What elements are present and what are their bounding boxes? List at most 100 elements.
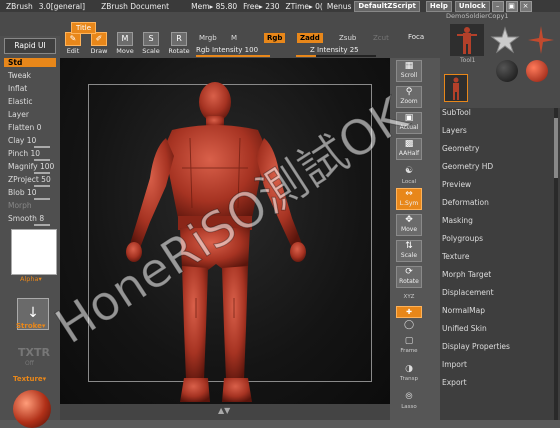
texture-thumbnail[interactable]: TXTR: [18, 346, 50, 359]
tool-thumbnails: DemoSoldierCopy1 Tool1: [440, 12, 560, 108]
tool-thumb-soldier[interactable]: [450, 24, 484, 56]
material-sphere[interactable]: [13, 390, 51, 428]
zoom-label: Zoom: [400, 98, 418, 105]
material-blob[interactable]: Blob 10: [8, 188, 37, 197]
smooth-slider[interactable]: [34, 224, 50, 226]
frame-icon[interactable]: ▢: [400, 336, 418, 346]
transparency-icon[interactable]: ◑: [400, 364, 418, 374]
menu-layers[interactable]: Layers: [442, 126, 552, 135]
alpha-label[interactable]: Alpha▾: [20, 275, 42, 283]
scale-view-button[interactable]: ⇅ Scale: [396, 240, 422, 262]
scale-button[interactable]: S Scale: [140, 32, 162, 55]
scrollbar-thumb[interactable]: [554, 118, 558, 178]
rotate-button[interactable]: R Rotate: [168, 32, 190, 55]
draw-label: Draw: [90, 47, 108, 55]
material-tweak[interactable]: Tweak: [8, 71, 31, 80]
texture-label[interactable]: Texture▾: [13, 375, 46, 383]
unlock-button[interactable]: Unlock: [454, 0, 490, 12]
actual-button[interactable]: ▣ Actual: [396, 112, 422, 134]
material-zproject[interactable]: ZProject 50: [8, 175, 51, 184]
menu-morph-target[interactable]: Morph Target: [442, 270, 552, 279]
lsym-button[interactable]: ⇔ L.Sym: [396, 188, 422, 210]
sphere-tool-red[interactable]: [526, 60, 548, 82]
material-smooth[interactable]: Smooth 8: [8, 214, 44, 223]
zproject-slider[interactable]: [34, 185, 50, 187]
move-view-icon: ✥: [405, 215, 413, 225]
scroll-button[interactable]: ▦ Scroll: [396, 60, 422, 82]
help-button[interactable]: Help: [425, 0, 452, 12]
pinch-slider[interactable]: [34, 159, 50, 161]
material-elastic[interactable]: Elastic: [8, 97, 32, 106]
local-icon[interactable]: ☯: [400, 166, 418, 176]
document-canvas[interactable]: [60, 58, 390, 404]
sphere-tool-dark[interactable]: [496, 60, 518, 82]
rgb-toggle[interactable]: Rgb: [264, 33, 286, 43]
move-view-button[interactable]: ✥ Move: [396, 214, 422, 236]
menu-deformation[interactable]: Deformation: [442, 198, 552, 207]
tool-thumb-spike[interactable]: [524, 24, 558, 56]
menu-export[interactable]: Export: [442, 378, 552, 387]
material-magnify[interactable]: Magnify 100: [8, 162, 54, 171]
menu-subtool[interactable]: SubTool: [442, 108, 552, 117]
axis-lock-icon[interactable]: ◯: [400, 320, 418, 330]
menu-geometry-hd[interactable]: Geometry HD: [442, 162, 552, 171]
clay-slider[interactable]: [34, 146, 50, 148]
minimize-icon[interactable]: –: [491, 0, 504, 12]
zsub-toggle[interactable]: Zsub: [336, 33, 359, 43]
menu-display-properties[interactable]: Display Properties: [442, 342, 552, 351]
rapid-ui-button[interactable]: Rapid UI: [4, 38, 56, 54]
menu-texture[interactable]: Texture: [442, 252, 552, 261]
menu-masking[interactable]: Masking: [442, 216, 552, 225]
restore-icon[interactable]: ▣: [505, 0, 518, 12]
tool-panel: DemoSoldierCopy1 Tool1 SubTool Layers Ge…: [440, 12, 560, 420]
magnify-slider[interactable]: [34, 172, 50, 174]
axis-icon: ✚: [406, 308, 412, 316]
menus-button[interactable]: Menus: [327, 2, 352, 11]
lasso-icon[interactable]: ⦾: [400, 392, 418, 402]
actual-label: Actual: [399, 124, 419, 131]
scale-label: Scale: [142, 47, 160, 55]
material-std[interactable]: Std: [4, 58, 56, 67]
tool-panel-scrollbar[interactable]: [554, 108, 558, 420]
material-inflat[interactable]: Inflat: [8, 84, 27, 93]
menu-normalmap[interactable]: NormalMap: [442, 306, 552, 315]
zcut-toggle[interactable]: Zcut: [370, 33, 392, 43]
rgb-intensity-fill: [196, 55, 270, 57]
zadd-toggle[interactable]: Zadd: [297, 33, 323, 43]
xyz-toggle[interactable]: ✚: [396, 306, 422, 318]
blob-slider[interactable]: [34, 198, 50, 200]
material-clay[interactable]: Clay 10: [8, 136, 36, 145]
aahalf-button[interactable]: ▩ AAHalf: [396, 138, 422, 160]
3d-model[interactable]: [100, 68, 360, 408]
menu-geometry[interactable]: Geometry: [442, 144, 552, 153]
material-flatten[interactable]: Flatten 0: [8, 123, 41, 132]
close-icon[interactable]: ×: [519, 0, 532, 12]
scale-icon: S: [143, 32, 159, 46]
actual-icon: ▣: [404, 113, 414, 123]
menu-import[interactable]: Import: [442, 360, 552, 369]
menu-preview[interactable]: Preview: [442, 180, 552, 189]
menu-polygroups[interactable]: Polygroups: [442, 234, 552, 243]
subtool-thumb[interactable]: [444, 74, 468, 102]
stroke-label[interactable]: Stroke▾: [16, 322, 45, 330]
xyz-label[interactable]: XYZ: [394, 294, 424, 300]
rotate-view-button[interactable]: ⟳ Rotate: [396, 266, 422, 288]
material-layer[interactable]: Layer: [8, 110, 29, 119]
menu-displacement[interactable]: Displacement: [442, 288, 552, 297]
m-toggle[interactable]: M: [228, 33, 240, 43]
draw-button[interactable]: ✐ Draw: [88, 32, 110, 55]
tool-thumb-star[interactable]: [488, 24, 522, 56]
edit-button[interactable]: ✎ Edit: [62, 32, 84, 55]
free-readout: Free▸ 230: [243, 1, 280, 11]
scale-view-label: Scale: [400, 252, 418, 259]
menu-unified-skin[interactable]: Unified Skin: [442, 324, 552, 333]
expand-arrows-icon[interactable]: ▲▼: [218, 406, 230, 415]
alpha-thumbnail[interactable]: [11, 229, 57, 275]
rotate-label: Rotate: [168, 47, 190, 55]
material-pinch[interactable]: Pinch 10: [8, 149, 40, 158]
mrgb-toggle[interactable]: Mrgb: [196, 33, 220, 43]
material-morph[interactable]: Morph: [8, 201, 32, 210]
default-zscript-button[interactable]: DefaultZScript: [354, 0, 420, 12]
move-button[interactable]: M Move: [114, 32, 136, 55]
zoom-button[interactable]: ⚲ Zoom: [396, 86, 422, 108]
